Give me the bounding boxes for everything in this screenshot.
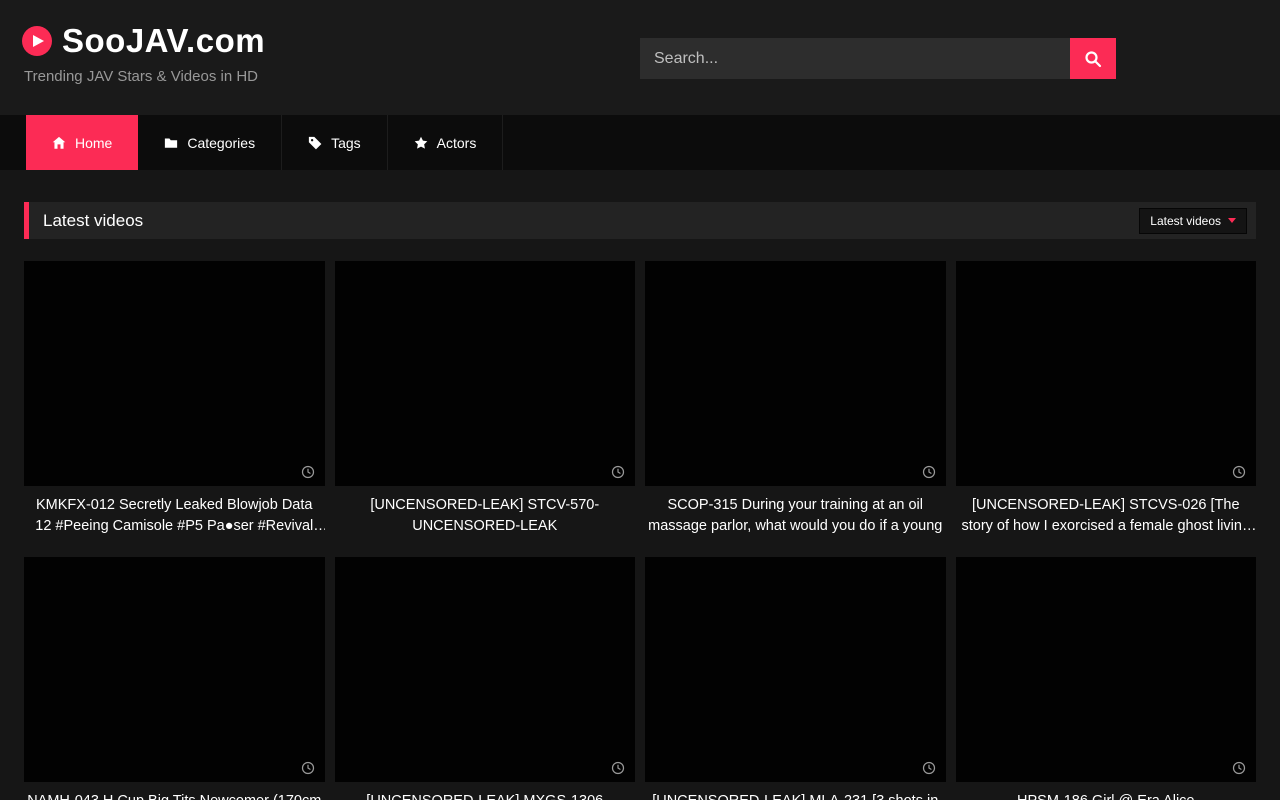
sort-dropdown-label: Latest videos	[1150, 214, 1221, 228]
search-button[interactable]	[1070, 38, 1116, 79]
video-title[interactable]: KMKFX-012 Secretly Leaked Blowjob Data 1…	[24, 495, 325, 536]
video-card[interactable]: HPSM-186 Girl @ Era Alice	[956, 557, 1257, 800]
video-thumbnail[interactable]	[24, 261, 325, 486]
clock-icon	[1232, 465, 1246, 479]
video-card[interactable]: [UNCENSORED-LEAK] STCV-570-UNCENSORED-LE…	[335, 261, 636, 536]
nav-label: Tags	[331, 135, 361, 151]
clock-icon	[1232, 761, 1246, 775]
video-title[interactable]: NAMH-043 H Cup Big Tits Newcomer (170cm …	[24, 791, 325, 800]
folder-icon	[164, 136, 178, 150]
nav-item-categories[interactable]: Categories	[138, 115, 282, 170]
star-icon	[414, 136, 428, 150]
video-grid: KMKFX-012 Secretly Leaked Blowjob Data 1…	[24, 261, 1256, 800]
video-title[interactable]: [UNCENSORED-LEAK] MXGS-1306 Absolutely	[335, 791, 636, 800]
video-title[interactable]: [UNCENSORED-LEAK] STCV-570-UNCENSORED-LE…	[335, 495, 636, 536]
nav-item-actors[interactable]: Actors	[388, 115, 504, 170]
video-thumbnail[interactable]	[645, 557, 946, 782]
site-header: SooJAV.com Trending JAV Stars & Videos i…	[0, 0, 1280, 115]
section-title: Latest videos	[43, 211, 143, 231]
clock-icon	[611, 465, 625, 479]
clock-icon	[301, 465, 315, 479]
clock-icon	[611, 761, 625, 775]
search-form	[640, 38, 1116, 79]
video-title[interactable]: HPSM-186 Girl @ Era Alice	[956, 791, 1257, 800]
nav-item-tags[interactable]: Tags	[282, 115, 388, 170]
video-thumbnail[interactable]	[335, 557, 636, 782]
logo-text[interactable]: SooJAV.com	[62, 22, 265, 60]
clock-icon	[922, 761, 936, 775]
video-card[interactable]: SCOP-315 During your training at an oil …	[645, 261, 946, 536]
video-card[interactable]: [UNCENSORED-LEAK] STCVS-026 [The story o…	[956, 261, 1257, 536]
play-logo-icon	[22, 26, 52, 56]
chevron-down-icon	[1228, 218, 1236, 223]
clock-icon	[301, 761, 315, 775]
search-input[interactable]	[640, 38, 1070, 79]
tag-icon	[308, 136, 322, 150]
video-thumbnail[interactable]	[956, 261, 1257, 486]
video-card[interactable]: [UNCENSORED-LEAK] MXGS-1306 Absolutely	[335, 557, 636, 800]
nav-item-home[interactable]: Home	[26, 115, 138, 170]
video-card[interactable]: KMKFX-012 Secretly Leaked Blowjob Data 1…	[24, 261, 325, 536]
home-icon	[52, 136, 66, 150]
nav-label: Home	[75, 135, 112, 151]
video-thumbnail[interactable]	[645, 261, 946, 486]
video-title[interactable]: SCOP-315 During your training at an oil …	[645, 495, 946, 536]
video-thumbnail[interactable]	[956, 557, 1257, 782]
nav-label: Actors	[437, 135, 477, 151]
clock-icon	[922, 465, 936, 479]
video-title[interactable]: [UNCENSORED-LEAK] STCVS-026 [The story o…	[956, 495, 1257, 536]
video-thumbnail[interactable]	[335, 261, 636, 486]
video-card[interactable]: [UNCENSORED-LEAK] MLA-231 [3 shots in	[645, 557, 946, 800]
video-card[interactable]: NAMH-043 H Cup Big Tits Newcomer (170cm …	[24, 557, 325, 800]
main-nav: Home Categories Tags Actors	[0, 115, 1280, 170]
video-title[interactable]: [UNCENSORED-LEAK] MLA-231 [3 shots in	[645, 791, 946, 800]
video-thumbnail[interactable]	[24, 557, 325, 782]
sort-dropdown[interactable]: Latest videos	[1139, 208, 1247, 234]
site-logo[interactable]: SooJAV.com	[0, 0, 265, 60]
nav-label: Categories	[187, 135, 255, 151]
main-content: Latest videos Latest videos KMKFX-012 Se…	[0, 170, 1280, 800]
section-header: Latest videos Latest videos	[24, 202, 1256, 239]
search-icon	[1084, 50, 1102, 68]
